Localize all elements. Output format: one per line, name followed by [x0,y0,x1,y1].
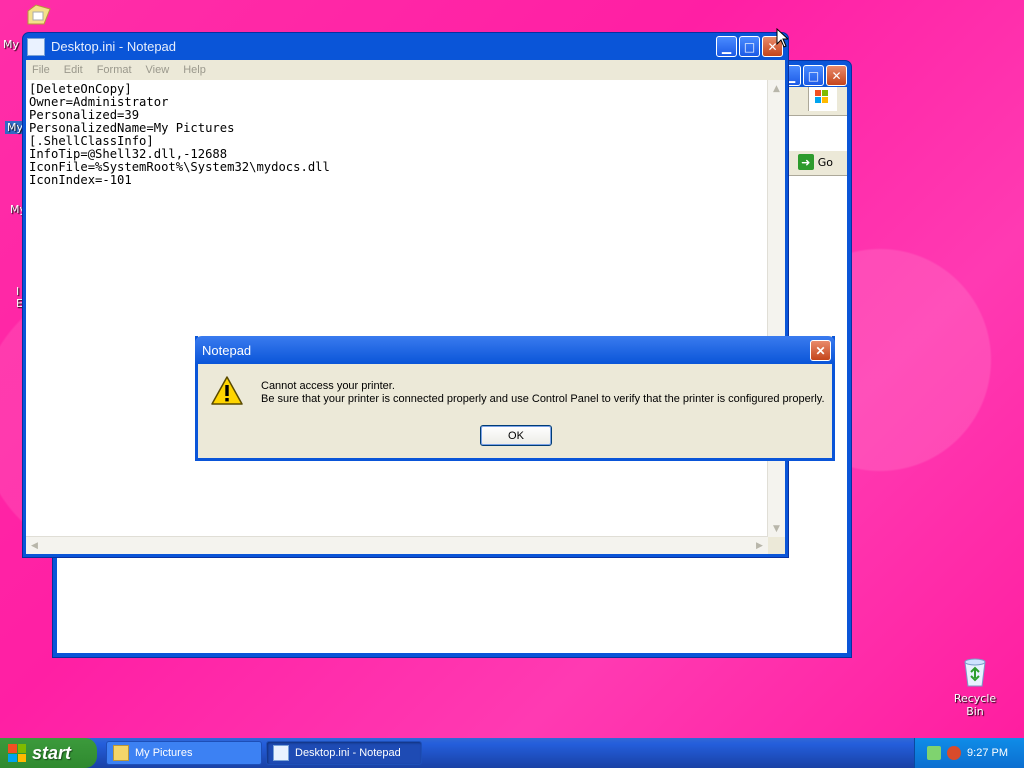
go-button[interactable]: ➜ Go [797,154,833,170]
vertical-scrollbar[interactable]: ▲ ▼ [767,80,785,537]
task-notepad[interactable]: Desktop.ini - Notepad [266,741,422,765]
notepad-content[interactable]: [DeleteOnCopy] Owner=Administrator Perso… [26,80,785,190]
notepad-minimize-button[interactable]: ▁ [716,36,737,57]
go-label: Go [817,155,833,169]
ok-button[interactable]: OK [480,425,552,446]
security-icon[interactable] [947,746,962,760]
notepad-text-area[interactable]: [DeleteOnCopy] Owner=Administrator Perso… [26,80,785,554]
folder-icon [113,745,129,761]
mouse-cursor-icon [776,28,788,48]
notepad-titlebar[interactable]: Desktop.ini - Notepad [27,33,784,60]
menu-file[interactable]: File [32,64,50,76]
maximize-icon: □ [743,39,756,54]
menu-help[interactable]: Help [183,64,206,76]
dialog-message-line1: Cannot access your printer. [261,380,395,392]
scroll-up-icon[interactable]: ▲ [769,81,784,96]
start-label: start [32,742,72,763]
network-icon[interactable] [927,746,942,760]
task-label: My Pictures [135,747,193,759]
scroll-down-icon[interactable]: ▼ [769,521,784,536]
notepad-icon [273,745,289,761]
printer-error-dialog: Notepad ✕ Cannot access your printer. Be… [195,336,835,461]
system-tray: 9:27 PM [914,738,1024,768]
notepad-maximize-button[interactable]: □ [739,36,760,57]
recycle-bin-icon [964,658,986,687]
maximize-button[interactable]: □ [803,65,824,86]
close-icon: ✕ [815,343,826,358]
taskbar: start My Pictures Desktop.ini - Notepad … [0,738,1024,768]
windows-logo-icon [808,87,837,111]
folder-icon [27,4,51,25]
notepad-icon [27,37,45,56]
dialog-message: Cannot access your printer. Be sure that… [261,380,825,406]
menu-format[interactable]: Format [97,64,132,76]
maximize-icon: □ [807,68,820,83]
notepad-menubar: File Edit Format View Help [26,60,785,80]
dialog-message-line2: Be sure that your printer is connected p… [261,393,825,405]
recycle-bin[interactable]: Recycle Bin [944,656,1006,718]
close-button[interactable]: ✕ [826,65,847,86]
dialog-title: Notepad [202,342,252,358]
task-my-pictures[interactable]: My Pictures [106,741,262,765]
clock[interactable]: 9:27 PM [967,747,1008,759]
task-label: Desktop.ini - Notepad [295,747,401,759]
start-button[interactable]: start [0,738,97,768]
close-icon: ✕ [831,68,842,83]
menu-view[interactable]: View [146,64,170,76]
notepad-title: Desktop.ini - Notepad [51,39,177,54]
menu-edit[interactable]: Edit [64,64,83,76]
go-arrow-icon: ➜ [797,154,814,170]
size-grip[interactable] [768,537,785,554]
recycle-bin-label: Recycle Bin [953,692,997,718]
desktop-icon-my-documents[interactable] [24,2,54,33]
warning-icon [211,376,243,405]
dialog-titlebar[interactable]: Notepad ✕ [195,336,835,364]
scroll-left-icon[interactable]: ◀ [27,538,42,553]
minimize-icon: ▁ [721,39,732,54]
horizontal-scrollbar[interactable]: ◀ ▶ [26,536,768,554]
windows-flag-icon [8,744,26,762]
scroll-right-icon[interactable]: ▶ [752,538,767,553]
notepad-window[interactable]: Desktop.ini - Notepad ▁ □ ✕ File Edit Fo… [22,32,789,558]
dialog-close-button[interactable]: ✕ [810,340,831,361]
